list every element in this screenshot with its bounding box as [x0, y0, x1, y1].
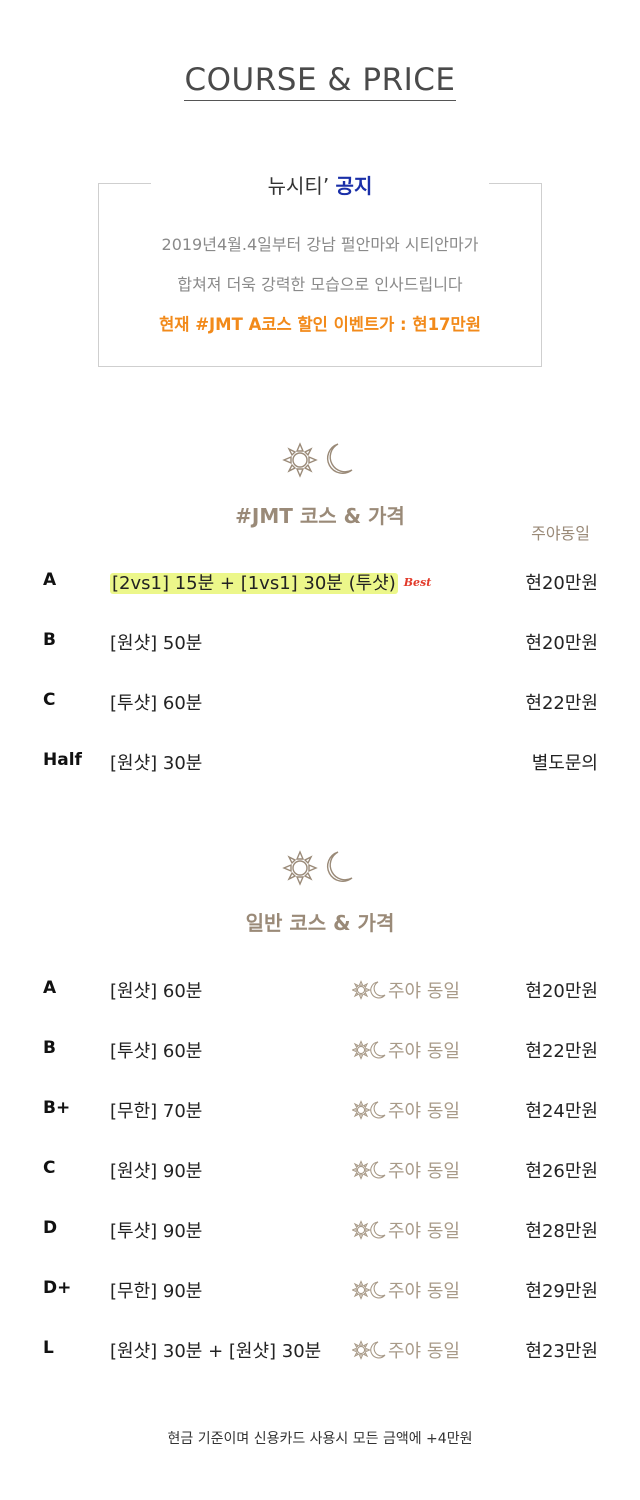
course-price: 현23만원 [525, 1341, 598, 1362]
jmt-row-half: Half [원샷] 30분 별도문의 [0, 747, 640, 777]
day-night-column-label: 주야동일 [531, 524, 590, 543]
course-desc: [무한] 70분 [110, 1101, 203, 1122]
general-row-c: C [원샷] 90분 주야 동일 현26만원 [0, 1155, 640, 1185]
course-price: 현22만원 [525, 1041, 598, 1062]
best-badge: Best [403, 576, 432, 589]
hours-label: 주야 동일 [388, 1161, 460, 1182]
general-row-b: B [투샷] 60분 주야 동일 현22만원 [0, 1035, 640, 1065]
course-desc: [원샷] 50분 [110, 633, 203, 654]
sun-moon-icon [351, 1100, 388, 1122]
course-code: C [43, 1158, 56, 1178]
general-row-d: D [투샷] 90분 주야 동일 현28만원 [0, 1215, 640, 1245]
jmt-row-c: C [투샷] 60분 현22만원 [0, 687, 640, 717]
general-row-d-plus: D+ [무한] 90분 주야 동일 현29만원 [0, 1275, 640, 1305]
notice-brand: 뉴시티’ [267, 174, 330, 198]
general-row-b-plus: B+ [무한] 70분 주야 동일 현24만원 [0, 1095, 640, 1125]
footer-note: 현금 기준이며 신용카드 사용시 모든 금액에 +4만원 [167, 1431, 473, 1447]
course-code: B+ [43, 1098, 71, 1118]
hours-label: 주야 동일 [388, 1101, 460, 1122]
course-price: 현29만원 [525, 1281, 598, 1302]
general-section-title: 일반 코스 & 가격 [245, 911, 395, 935]
day-night-same: 주야 동일 [351, 1217, 460, 1243]
course-desc: [원샷] 90분 [110, 1161, 203, 1182]
course-code: B [43, 1038, 56, 1058]
sun-moon-icon [351, 1040, 388, 1062]
notice-box: 뉴시티’ 공지 2019년4월.4일부터 강남 펄안마와 시티안마가 합쳐져 더… [98, 174, 542, 367]
jmt-row-a: A [2vs1] 15분 + [1vs1] 30분 (투샷) Best 현20만원 [0, 567, 640, 597]
notice-heading: 뉴시티’ 공지 [99, 170, 541, 199]
hours-label: 주야 동일 [388, 1041, 460, 1062]
notice-label: 공지 [335, 174, 373, 198]
course-code: Half [43, 750, 82, 770]
course-code: D [43, 1218, 58, 1238]
page-title: COURSE & PRICE [0, 62, 640, 101]
notice-line-2: 합쳐져 더욱 강력한 모습으로 인사드립니다 [177, 275, 463, 294]
course-code: A [43, 570, 57, 590]
course-code: L [43, 1338, 54, 1358]
course-desc: [원샷] 30분 [110, 753, 203, 774]
course-price: 현20만원 [525, 633, 598, 654]
sun-moon-icon [351, 980, 388, 1002]
day-night-same: 주야 동일 [351, 1157, 460, 1183]
course-price: 현20만원 [525, 573, 598, 594]
course-price: 현24만원 [525, 1101, 598, 1122]
course-price: 현22만원 [525, 693, 598, 714]
hours-label: 주야 동일 [388, 981, 460, 1002]
course-code: D+ [43, 1278, 72, 1298]
day-night-same: 주야 동일 [351, 977, 460, 1003]
page-title-text: COURSE & PRICE [184, 62, 456, 101]
course-desc: [투샷] 90분 [110, 1221, 203, 1242]
hours-label: 주야 동일 [388, 1281, 460, 1302]
sun-moon-icon [0, 848, 640, 888]
course-desc: [원샷] 60분 [110, 981, 203, 1002]
course-desc: [원샷] 30분 + [원샷] 30분 [110, 1341, 322, 1362]
sun-moon-icon [0, 440, 640, 480]
course-code: C [43, 690, 56, 710]
sun-moon-icon [351, 1160, 388, 1182]
day-night-same: 주야 동일 [351, 1037, 460, 1063]
course-desc-highlight: [2vs1] 15분 + [1vs1] 30분 (투샷) [110, 573, 398, 594]
notice-event: 현재 #JMT A코스 할인 이벤트가 : 현17만원 [159, 315, 481, 334]
day-night-same: 주야 동일 [351, 1337, 460, 1363]
hours-label: 주야 동일 [388, 1221, 460, 1242]
day-night-same: 주야 동일 [351, 1097, 460, 1123]
course-desc: [투샷] 60분 [110, 1041, 203, 1062]
course-desc: [무한] 90분 [110, 1281, 203, 1302]
course-price: 현28만원 [525, 1221, 598, 1242]
notice-line-1: 2019년4월.4일부터 강남 펄안마와 시티안마가 [161, 235, 479, 254]
course-price: 별도문의 [531, 753, 598, 774]
jmt-row-b: B [원샷] 50분 현20만원 [0, 627, 640, 657]
course-price: 현20만원 [525, 981, 598, 1002]
course-price: 현26만원 [525, 1161, 598, 1182]
hours-label: 주야 동일 [388, 1341, 460, 1362]
general-row-l: L [원샷] 30분 + [원샷] 30분 주야 동일 현23만원 [0, 1335, 640, 1365]
course-code: A [43, 978, 57, 998]
course-code: B [43, 630, 56, 650]
course-desc: [투샷] 60분 [110, 693, 203, 714]
general-row-a: A [원샷] 60분 주야 동일 현20만원 [0, 975, 640, 1005]
course-desc: [2vs1] 15분 + [1vs1] 30분 (투샷) Best [110, 569, 431, 595]
day-night-same: 주야 동일 [351, 1277, 460, 1303]
sun-moon-icon [351, 1280, 388, 1302]
sun-moon-icon [351, 1340, 388, 1362]
sun-moon-icon [351, 1220, 388, 1242]
